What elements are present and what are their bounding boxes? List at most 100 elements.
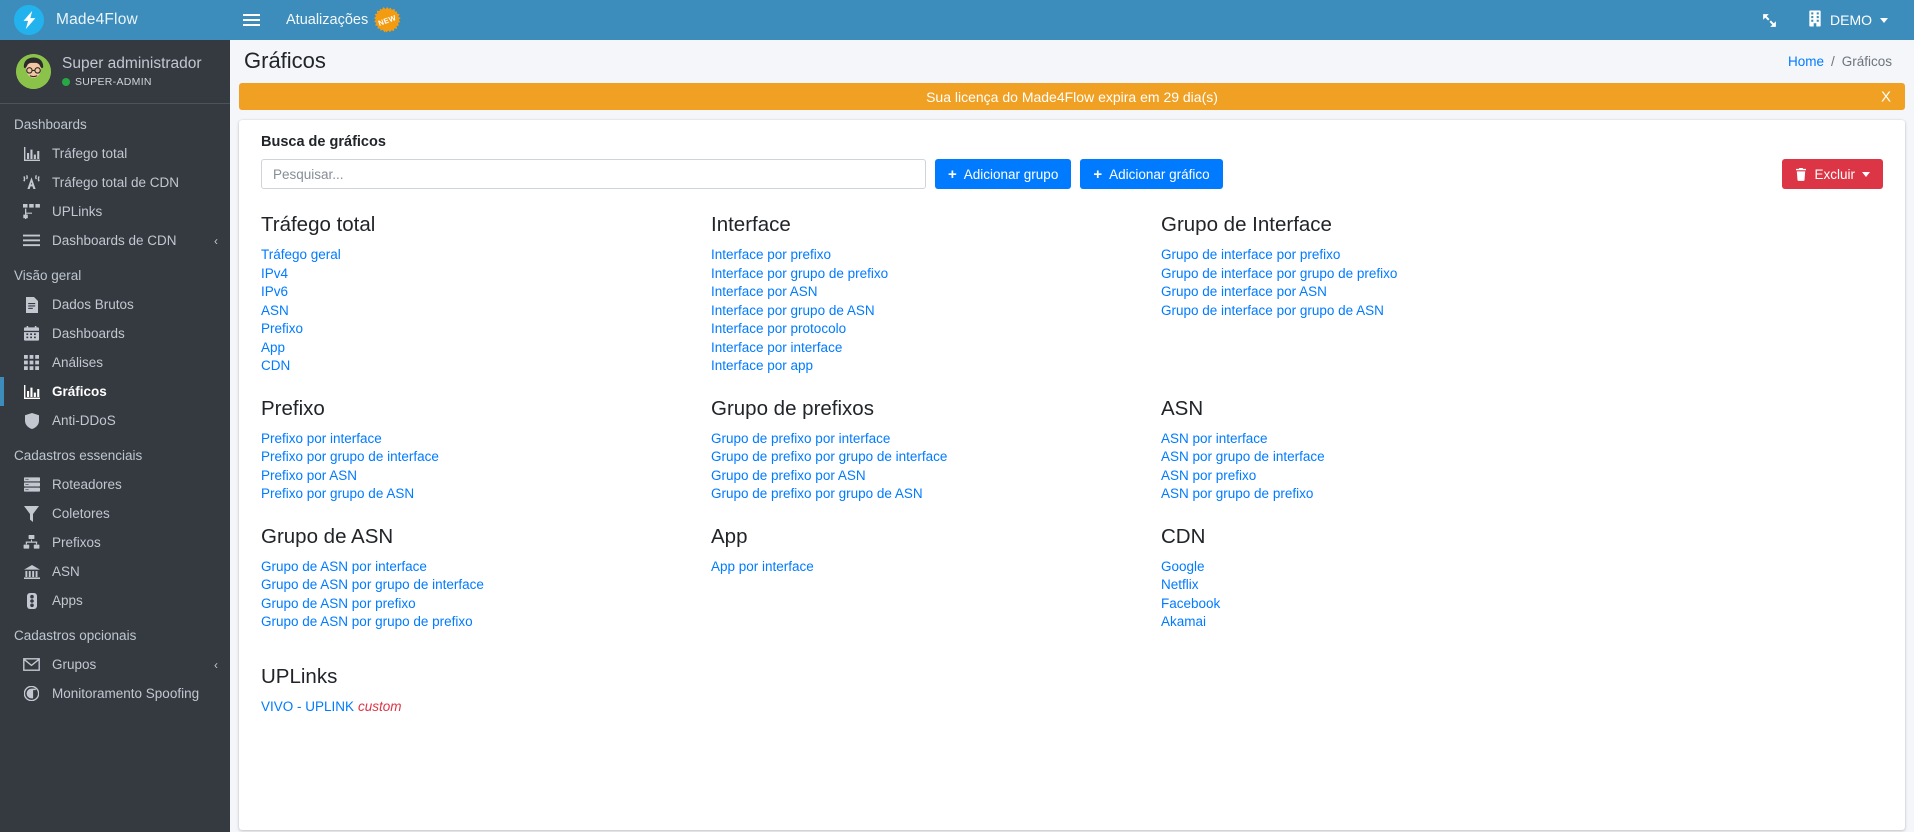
add-chart-button[interactable]: + Adicionar gráfico [1080,159,1223,189]
chart-link[interactable]: Grupo de interface por grupo de ASN [1161,302,1384,320]
chart-group-links: Grupo de ASN por interface Grupo de ASN p… [261,558,711,631]
chart-link-label: Facebook [1161,595,1221,611]
chart-group: Grupo de Interface Grupo de interface por… [1161,213,1883,397]
chart-link[interactable]: Interface por grupo de prefixo [711,265,888,283]
chart-link[interactable]: Prefixo por grupo de interface [261,448,439,466]
search-input[interactable] [261,159,926,189]
chart-link[interactable]: VIVO - UPLINK custom [261,698,402,716]
filter-icon [22,505,41,522]
chart-link[interactable]: Grupo de interface por ASN [1161,283,1327,301]
new-badge-icon: NEW [374,7,400,33]
chart-link[interactable]: IPv6 [261,283,288,301]
company-selector[interactable]: DEMO [1798,0,1898,40]
sidebar-item-gr-ficos[interactable]: Gráficos [0,377,230,406]
chart-group: Prefixo Prefixo por interface Prefixo por … [261,397,711,525]
sidebar-item-tr-fego-total[interactable]: Tráfego total [0,139,230,168]
chart-link[interactable]: ASN por interface [1161,430,1268,448]
chart-link[interactable]: IPv4 [261,265,288,283]
chart-link[interactable]: Prefixo por interface [261,430,382,448]
chart-link[interactable]: App [261,339,285,357]
sidebar-item-roteadores[interactable]: Roteadores [0,470,230,499]
chart-group-links: Prefixo por interface Prefixo por grupo d… [261,430,711,503]
sidebar-item-anti-ddos[interactable]: Anti-DDoS [0,406,230,435]
user-panel[interactable]: Super administrador SUPER-ADMIN [0,40,230,104]
chart-link[interactable]: Grupo de prefixo por grupo de ASN [711,485,923,503]
breadcrumb-home-link[interactable]: Home [1788,54,1824,69]
close-icon[interactable]: X [1881,88,1891,105]
chart-link[interactable]: CDN [261,357,290,375]
chart-group: Interface Interface por prefixo Interface … [711,213,1161,397]
shield-icon [22,412,41,429]
chart-group-title: UPLinks [261,664,338,688]
chart-group-links: Google Netflix Facebook Akamai [1161,558,1883,631]
chart-link[interactable]: Grupo de ASN por grupo de interface [261,576,484,594]
chart-link-label: Grupo de prefixo por grupo de interface [711,449,948,464]
expand-arrows-icon[interactable] [1747,0,1792,40]
delete-dropdown-button[interactable]: Excluir [1782,159,1883,189]
chart-link[interactable]: Grupo de interface por prefixo [1161,246,1340,264]
chart-link[interactable]: Tráfego geral [261,246,341,264]
add-group-button[interactable]: + Adicionar grupo [935,159,1072,189]
chart-link[interactable]: Interface por ASN [711,283,818,301]
chart-link-label: Prefixo por ASN [261,467,358,483]
chart-link[interactable]: Grupo de ASN por interface [261,558,427,576]
chart-link[interactable]: Google [1161,558,1205,576]
chart-link[interactable]: Interface por interface [711,339,842,357]
chart-link[interactable]: Facebook [1161,595,1220,613]
chart-link[interactable]: ASN por prefixo [1161,467,1256,485]
chart-link-label: Grupo de ASN por grupo de interface [261,577,484,592]
chart-link[interactable]: Netflix [1161,576,1199,594]
chart-group-links: Grupo de prefixo por interface Grupo de p… [711,430,1161,503]
chart-link-label: Grupo de ASN por prefixo [261,595,416,611]
chart-link[interactable]: ASN por grupo de interface [1161,448,1325,466]
chart-link-label: Tráfego geral [261,247,341,262]
hamburger-menu-icon[interactable] [230,0,272,40]
chart-link[interactable]: Grupo de prefixo por ASN [711,467,866,485]
chart-link-label: Akamai [1161,614,1207,629]
sidebar-item-dados-brutos[interactable]: Dados Brutos [0,290,230,319]
chart-link[interactable]: Interface por app [711,357,813,375]
chart-link-label: VIVO - UPLINK [261,698,355,714]
updates-menu-item[interactable]: Atualizações NEW [272,0,414,40]
sidebar-item-asn[interactable]: ASN [0,557,230,586]
chart-link[interactable]: Grupo de interface por grupo de prefixo [1161,265,1397,283]
license-expiration-banner: Sua licença do Made4Flow expira em 29 di… [239,83,1905,110]
chart-link-label: Interface por ASN [711,284,818,299]
sidebar-item-uplinks[interactable]: UPLinks [0,197,230,226]
chart-link[interactable]: Interface por protocolo [711,320,846,338]
chart-link[interactable]: ASN [261,302,289,320]
sidebar-item-monitoramento-spoofing[interactable]: Monitoramento Spoofing [0,679,230,708]
chart-link[interactable]: Grupo de ASN por prefixo [261,595,416,613]
chart-link-label: IPv4 [261,265,289,281]
chart-link[interactable]: App por interface [711,558,814,576]
chart-link-label: IPv6 [261,284,289,299]
chart-link-label: Interface por grupo de ASN [711,302,875,318]
chart-group-links: VIVO - UPLINK custom [261,698,711,716]
chart-link[interactable]: Interface por grupo de ASN [711,302,875,320]
sidebar-item-dashboards[interactable]: Dashboards [0,319,230,348]
chart-link[interactable]: Akamai [1161,613,1206,631]
chart-link[interactable]: ASN por grupo de prefixo [1161,485,1313,503]
sidebar-item-tr-fego-total-de-cdn[interactable]: Tráfego total de CDN [0,168,230,197]
chart-link-label: ASN por grupo de interface [1161,449,1325,464]
sidebar-item-label: Monitoramento Spoofing [52,686,200,701]
trash-icon [1795,167,1807,181]
chart-link-label: Interface por prefixo [711,247,832,262]
sidebar-item-prefixos[interactable]: Prefixos [0,528,230,557]
sidebar-item-dashboards-de-cdn[interactable]: Dashboards de CDN ‹ [0,226,230,255]
chart-link[interactable]: Interface por prefixo [711,246,831,264]
brand-area[interactable]: Made4Flow [0,0,230,40]
chart-link[interactable]: Prefixo por grupo de ASN [261,485,414,503]
chart-link-label: Netflix [1161,577,1199,592]
chart-link[interactable]: Prefixo por ASN [261,467,357,485]
chart-link[interactable]: Grupo de ASN por grupo de prefixo [261,613,473,631]
chart-group-title: Prefixo [261,396,325,420]
chart-link[interactable]: Grupo de prefixo por interface [711,430,890,448]
sidebar-item-coletores[interactable]: Coletores [0,499,230,528]
chart-link[interactable]: Prefixo [261,320,303,338]
chart-link[interactable]: Grupo de prefixo por grupo de interface [711,448,947,466]
sidebar-item-an-lises[interactable]: Análises [0,348,230,377]
sidebar-item-apps[interactable]: Apps [0,586,230,615]
sidebar-item-grupos[interactable]: Grupos ‹ [0,650,230,679]
chart-link-label: CDN [261,358,291,373]
